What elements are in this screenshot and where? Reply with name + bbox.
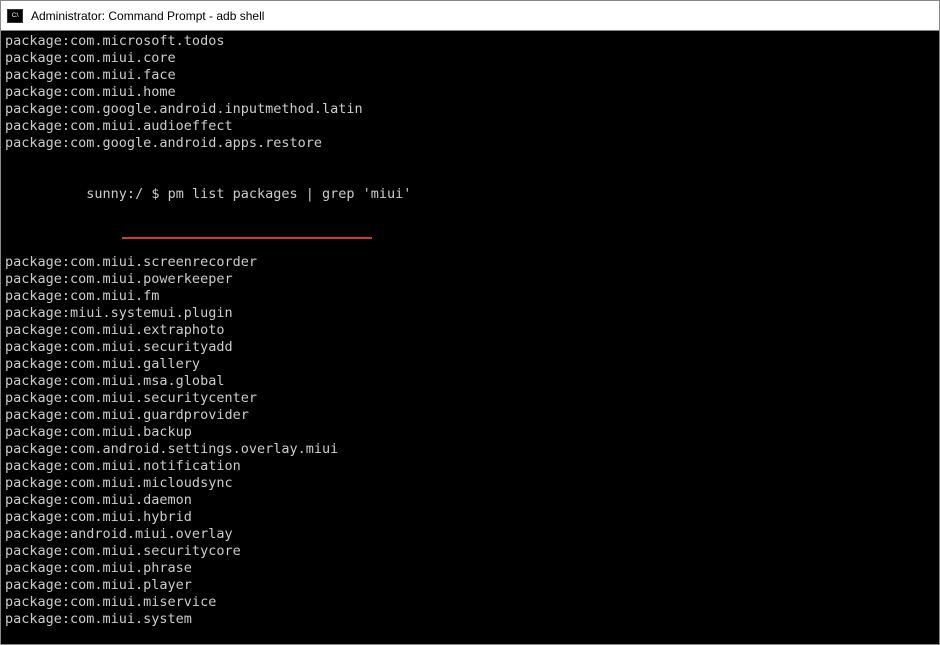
terminal-output-line: package:com.miui.player: [5, 577, 935, 594]
terminal-output-line: package:com.miui.miservice: [5, 594, 935, 611]
terminal-output-line: package:com.miui.core: [5, 50, 935, 67]
terminal-output-line: package:com.miui.msa.global: [5, 373, 935, 390]
terminal-output-line: package:com.miui.securityadd: [5, 339, 935, 356]
terminal-output-line: package:com.miui.notification: [5, 458, 935, 475]
terminal-output-line: package:com.miui.hybrid: [5, 509, 935, 526]
titlebar[interactable]: Administrator: Command Prompt - adb shel…: [1, 1, 939, 31]
terminal-output-line: package:com.android.settings.overlay.miu…: [5, 441, 935, 458]
terminal-output-line: package:com.miui.face: [5, 67, 935, 84]
prompt-line: sunny:/ $ pm list packages | grep 'miui': [5, 152, 935, 254]
terminal-output-line: package:com.miui.daemon: [5, 492, 935, 509]
terminal-output-line: package:com.miui.powerkeeper: [5, 271, 935, 288]
terminal-output-line: package:com.miui.phrase: [5, 560, 935, 577]
prompt-host: sunny:/ $: [86, 186, 167, 202]
terminal-output-line: package:com.miui.fm: [5, 288, 935, 305]
prompt-command: pm list packages | grep 'miui': [168, 186, 412, 202]
terminal-output-line: package:com.google.android.apps.restore: [5, 135, 935, 152]
terminal-output-line: package:com.miui.securitycore: [5, 543, 935, 560]
terminal-output-line: package:com.miui.system: [5, 611, 935, 628]
terminal-output-line: package:com.miui.securitycenter: [5, 390, 935, 407]
window-title: Administrator: Command Prompt - adb shel…: [31, 9, 264, 23]
terminal-output-line: package:miui.systemui.plugin: [5, 305, 935, 322]
terminal-output-line: package:com.miui.screenrecorder: [5, 254, 935, 271]
terminal-output-line: package:com.google.android.inputmethod.l…: [5, 101, 935, 118]
terminal-output-line: package:android.miui.overlay: [5, 526, 935, 543]
terminal-output-line: package:com.miui.backup: [5, 424, 935, 441]
terminal-output-line: package:com.microsoft.todos: [5, 33, 935, 50]
terminal-output-line: package:com.miui.home: [5, 84, 935, 101]
terminal-output-line: package:com.miui.audioeffect: [5, 118, 935, 135]
terminal-area[interactable]: package:com.microsoft.todospackage:com.m…: [1, 31, 939, 644]
terminal-output-line: package:com.miui.extraphoto: [5, 322, 935, 339]
terminal-output-line: package:com.miui.guardprovider: [5, 407, 935, 424]
cmd-icon: [7, 9, 23, 23]
terminal-output-line: package:com.miui.micloudsync: [5, 475, 935, 492]
highlight-underline: [122, 237, 372, 239]
terminal-output-line: package:com.miui.gallery: [5, 356, 935, 373]
